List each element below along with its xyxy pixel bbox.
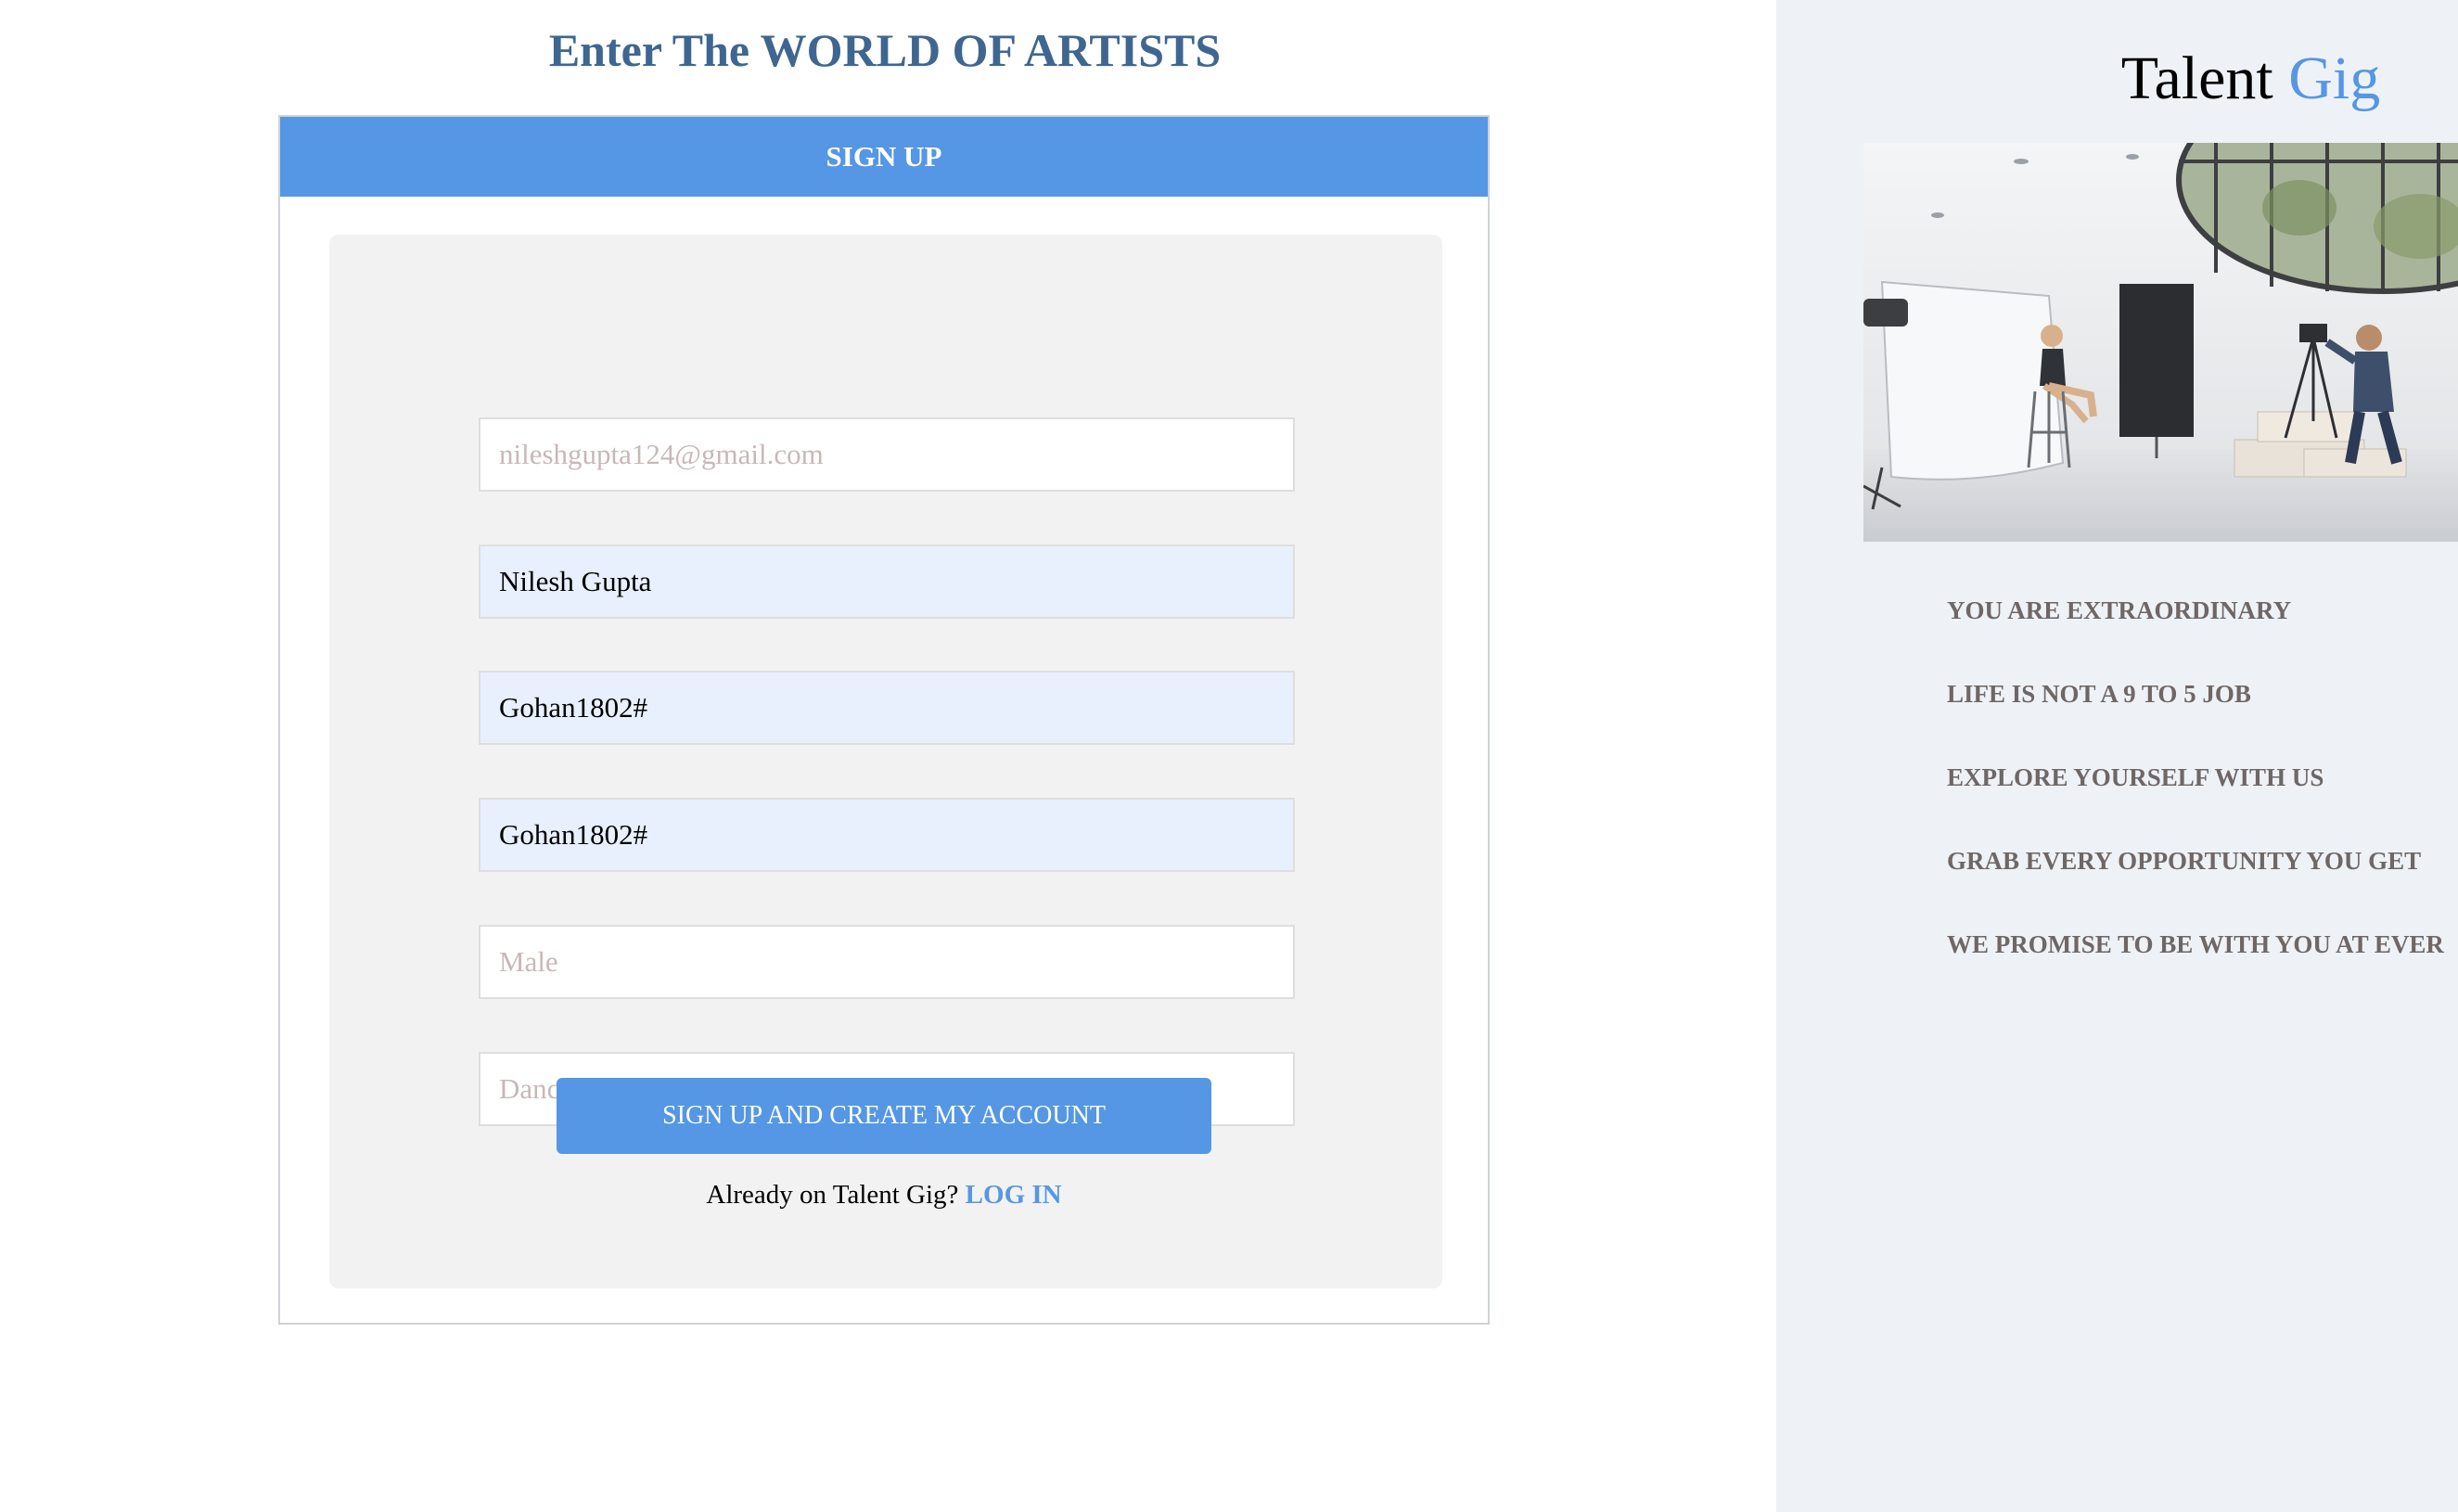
signup-submit-button[interactable]: SIGN UP AND CREATE MY ACCOUNT [557, 1078, 1211, 1154]
main-area: Enter The WORLD OF ARTISTS SIGN UP SIGN … [0, 0, 1776, 1512]
login-prompt-text: Already on Talent Gig? [706, 1180, 959, 1210]
login-prompt-line: Already on Talent Gig? LOG IN [278, 1180, 1490, 1211]
tagline-item: YOU ARE EXTRAORDINARY [1947, 596, 2292, 624]
tagline-item: LIFE IS NOT A 9 TO 5 JOB [1947, 680, 2251, 708]
brand-name-part2: Gig [2288, 45, 2381, 112]
brand-logo: Talent Gig [1776, 39, 2458, 119]
gender-field[interactable] [479, 925, 1295, 999]
tagline-item: EXPLORE YOURSELF WITH US [1947, 763, 2324, 791]
password-field[interactable] [479, 671, 1295, 745]
name-field[interactable] [479, 545, 1295, 619]
page-title: Enter The WORLD OF ARTISTS [548, 24, 1222, 76]
login-link[interactable]: LOG IN [966, 1180, 1062, 1210]
signup-header: SIGN UP [280, 117, 1488, 197]
brand-name-part1: Talent [2120, 45, 2273, 112]
email-field[interactable] [479, 417, 1295, 492]
tagline-item: WE PROMISE TO BE WITH YOU AT EVER [1947, 930, 2444, 958]
studio-photo-illustration [1863, 143, 2458, 542]
studio-hero-image [1863, 143, 2458, 542]
confirm-password-field[interactable] [479, 798, 1295, 872]
tagline-item: GRAB EVERY OPPORTUNITY YOU GET [1947, 847, 2422, 875]
tagline-list: YOU ARE EXTRAORDINARY LIFE IS NOT A 9 TO… [1947, 590, 2444, 1007]
sidebar: Talent Gig YOU ARE EXTRAORDINARY LIFE IS… [1776, 0, 2458, 1512]
